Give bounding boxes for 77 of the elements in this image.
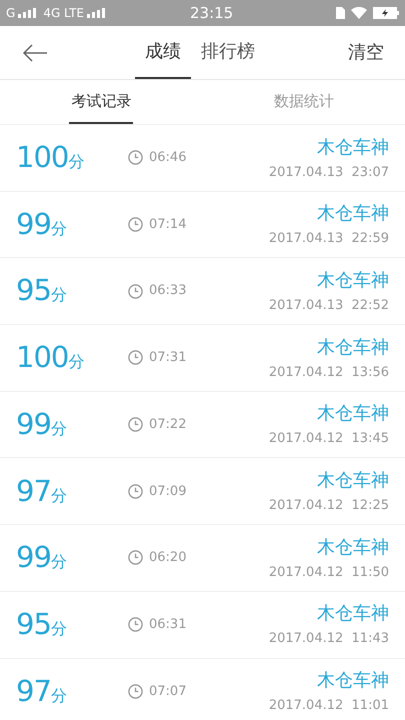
record-row[interactable]: 95分 06:33 木仓车神 2017.04.13 22:52 bbox=[0, 258, 405, 326]
player-name: 木仓车神 bbox=[317, 536, 389, 560]
record-row[interactable]: 99分 07:14 木仓车神 2017.04.13 22:59 bbox=[0, 192, 405, 258]
record-row[interactable]: 100分 07:31 木仓车神 2017.04.12 13:56 bbox=[0, 325, 405, 392]
player-name: 木仓车神 bbox=[317, 268, 389, 293]
wifi-icon bbox=[351, 7, 367, 19]
duration: 07:31 bbox=[149, 349, 186, 368]
signal-icon bbox=[18, 8, 36, 18]
record-date: 2017.04.13 22:59 bbox=[268, 230, 389, 248]
record-date: 2017.04.12 12:25 bbox=[268, 497, 389, 516]
score-unit: 分 bbox=[50, 418, 67, 440]
record-date: 2017.04.12 11:50 bbox=[268, 564, 389, 582]
record-date: 2017.04.13 23:07 bbox=[268, 164, 389, 182]
score-unit: 分 bbox=[50, 218, 67, 240]
record-date: 2017.04.12 11:01 bbox=[268, 697, 389, 716]
player-name: 木仓车神 bbox=[317, 136, 389, 160]
score-unit: 分 bbox=[68, 151, 84, 174]
score: 100 bbox=[16, 339, 68, 376]
network-label: 4G LTE bbox=[43, 5, 84, 22]
sim-icon bbox=[336, 7, 345, 19]
score-unit: 分 bbox=[50, 284, 67, 306]
clock-icon bbox=[128, 484, 143, 499]
duration: 07:07 bbox=[149, 682, 186, 701]
record-row[interactable]: 99分 06:20 木仓车神 2017.04.12 11:50 bbox=[0, 525, 405, 592]
record-row[interactable]: 97分 07:07 木仓车神 2017.04.12 11:01 bbox=[0, 658, 405, 720]
clock-icon bbox=[128, 417, 143, 432]
duration: 07:09 bbox=[149, 482, 186, 501]
back-arrow-icon bbox=[22, 44, 48, 62]
score: 100 bbox=[16, 139, 68, 176]
record-date: 2017.04.12 13:56 bbox=[268, 364, 389, 382]
clock-icon bbox=[128, 284, 143, 299]
record-date: 2017.04.12 11:43 bbox=[268, 630, 389, 648]
player-name: 木仓车神 bbox=[317, 602, 389, 626]
duration: 07:14 bbox=[149, 216, 186, 234]
player-name: 木仓车神 bbox=[317, 469, 389, 494]
record-row[interactable]: 97分 07:09 木仓车神 2017.04.12 12:25 bbox=[0, 458, 405, 526]
carrier-label: G bbox=[6, 5, 16, 22]
header-tab[interactable]: 成绩 bbox=[135, 26, 191, 79]
clear-button[interactable]: 清空 bbox=[348, 39, 384, 66]
clock: 23:15 bbox=[190, 2, 234, 24]
player-name: 木仓车神 bbox=[317, 202, 389, 226]
score: 95 bbox=[16, 606, 51, 643]
record-date: 2017.04.13 22:52 bbox=[268, 296, 389, 315]
duration: 06:33 bbox=[149, 282, 186, 300]
duration: 06:46 bbox=[149, 149, 186, 168]
record-row[interactable]: 95分 06:31 木仓车神 2017.04.12 11:43 bbox=[0, 592, 405, 658]
signal-icon bbox=[87, 8, 106, 18]
header-tab[interactable]: 排行榜 bbox=[191, 26, 265, 79]
record-date: 2017.04.12 13:45 bbox=[268, 430, 389, 448]
duration: 06:31 bbox=[149, 616, 186, 634]
score-unit: 分 bbox=[50, 684, 67, 707]
score: 99 bbox=[16, 406, 51, 443]
score: 97 bbox=[16, 672, 51, 710]
score-unit: 分 bbox=[68, 351, 84, 374]
score: 99 bbox=[16, 206, 51, 243]
score-unit: 分 bbox=[50, 551, 67, 574]
clock-icon bbox=[128, 350, 143, 366]
clock-icon bbox=[128, 550, 143, 566]
clock-icon bbox=[128, 150, 143, 166]
duration: 07:22 bbox=[149, 416, 186, 434]
clock-icon bbox=[128, 617, 143, 632]
player-name: 木仓车神 bbox=[317, 336, 389, 360]
duration: 06:20 bbox=[149, 549, 186, 568]
record-row[interactable]: 100分 06:46 木仓车神 2017.04.13 23:07 bbox=[0, 125, 405, 192]
score: 97 bbox=[16, 472, 51, 510]
record-row[interactable]: 99分 07:22 木仓车神 2017.04.12 13:45 bbox=[0, 392, 405, 458]
score: 95 bbox=[16, 272, 51, 310]
player-name: 木仓车神 bbox=[317, 669, 389, 694]
score: 99 bbox=[16, 539, 51, 576]
clock-icon bbox=[128, 684, 143, 699]
player-name: 木仓车神 bbox=[317, 402, 389, 426]
battery-icon bbox=[373, 7, 399, 19]
clock-icon bbox=[128, 217, 143, 232]
score-unit: 分 bbox=[50, 484, 67, 507]
score-unit: 分 bbox=[50, 618, 67, 640]
sub-tab[interactable]: 考试记录 bbox=[69, 80, 134, 124]
sub-tab[interactable]: 数据统计 bbox=[272, 80, 336, 124]
